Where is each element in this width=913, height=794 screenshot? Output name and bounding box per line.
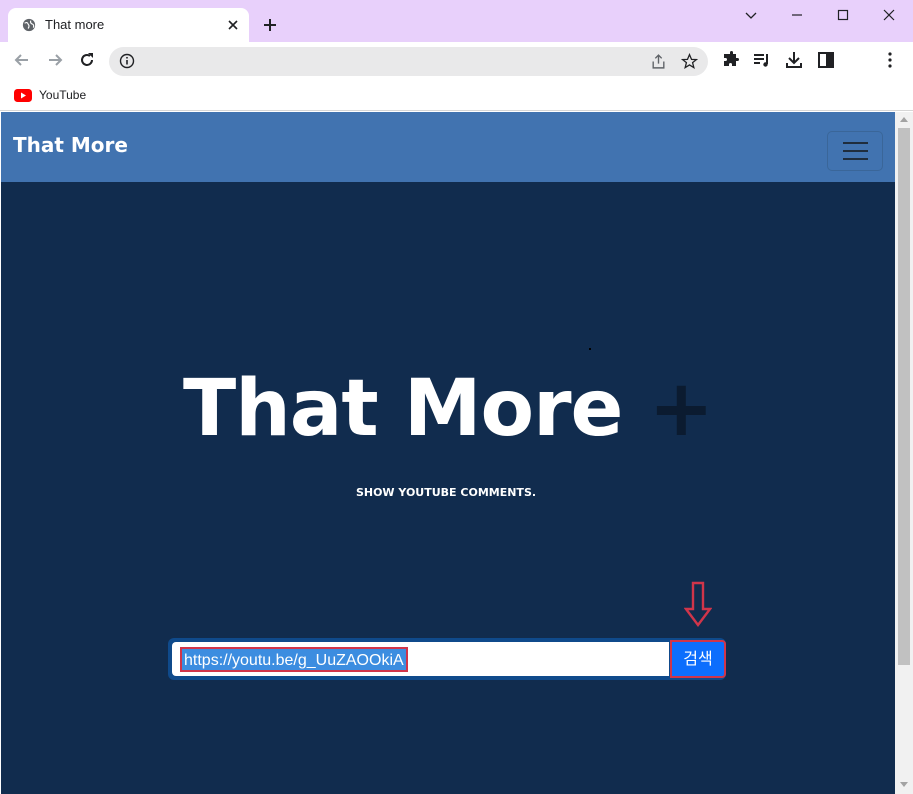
- scroll-up-icon[interactable]: [900, 117, 908, 122]
- forward-icon[interactable]: [45, 50, 65, 70]
- info-icon[interactable]: [119, 53, 135, 69]
- tab-title: That more: [45, 17, 105, 32]
- download-icon[interactable]: [784, 50, 804, 70]
- hamburger-icon-line: [843, 150, 868, 152]
- new-tab-icon[interactable]: [262, 17, 278, 33]
- scroll-down-icon[interactable]: [900, 782, 908, 787]
- url-search-input[interactable]: https://youtu.be/g_UuZAOOkiA: [172, 642, 669, 676]
- bookmark-star-icon[interactable]: [681, 53, 698, 70]
- close-window-icon[interactable]: [881, 7, 897, 23]
- tab-strip: That more: [0, 0, 913, 42]
- hero-title: That More +: [1, 370, 895, 448]
- site-brand[interactable]: That More: [13, 133, 128, 157]
- down-arrow-annotation-icon: [684, 581, 712, 627]
- share-icon[interactable]: [650, 53, 667, 70]
- globe-icon: [22, 18, 36, 32]
- search-form: https://youtu.be/g_UuZAOOkiA 검색: [168, 638, 726, 680]
- side-panel-icon[interactable]: [816, 50, 836, 70]
- browser-toolbar: [0, 42, 913, 79]
- bookmark-label: YouTube: [39, 88, 87, 102]
- back-icon[interactable]: [12, 50, 32, 70]
- media-control-icon[interactable]: [752, 50, 772, 70]
- plus-icon: +: [648, 364, 714, 454]
- scrollbar-thumb[interactable]: [898, 128, 910, 665]
- hamburger-icon-line: [843, 142, 868, 144]
- url-search-value[interactable]: https://youtu.be/g_UuZAOOkiA: [180, 647, 408, 672]
- youtube-icon: [14, 88, 32, 102]
- menu-toggle-button[interactable]: [827, 131, 883, 171]
- bookmark-youtube[interactable]: YouTube: [14, 86, 86, 104]
- minimize-icon[interactable]: [789, 7, 805, 23]
- close-tab-icon[interactable]: [225, 17, 241, 33]
- chevron-down-icon[interactable]: [743, 7, 759, 23]
- maximize-icon[interactable]: [835, 7, 851, 23]
- stray-dot: [589, 348, 591, 350]
- browser-tab[interactable]: That more: [8, 8, 249, 42]
- hamburger-icon-line: [843, 158, 868, 160]
- hero-subtitle: SHOW YOUTUBE COMMENTS.: [355, 486, 537, 499]
- hero-title-text: That More: [183, 364, 623, 454]
- page-viewport: That More That More + SHOW YOUTUBE COMME…: [1, 112, 895, 794]
- page-scrollbar[interactable]: [895, 112, 913, 794]
- site-navbar: That More: [1, 112, 895, 182]
- extensions-icon[interactable]: [720, 50, 740, 70]
- reload-icon[interactable]: [77, 50, 97, 70]
- address-bar[interactable]: [109, 47, 708, 76]
- more-menu-icon[interactable]: [880, 50, 900, 70]
- search-button[interactable]: 검색: [670, 640, 726, 678]
- bookmarks-bar: YouTube: [0, 79, 913, 111]
